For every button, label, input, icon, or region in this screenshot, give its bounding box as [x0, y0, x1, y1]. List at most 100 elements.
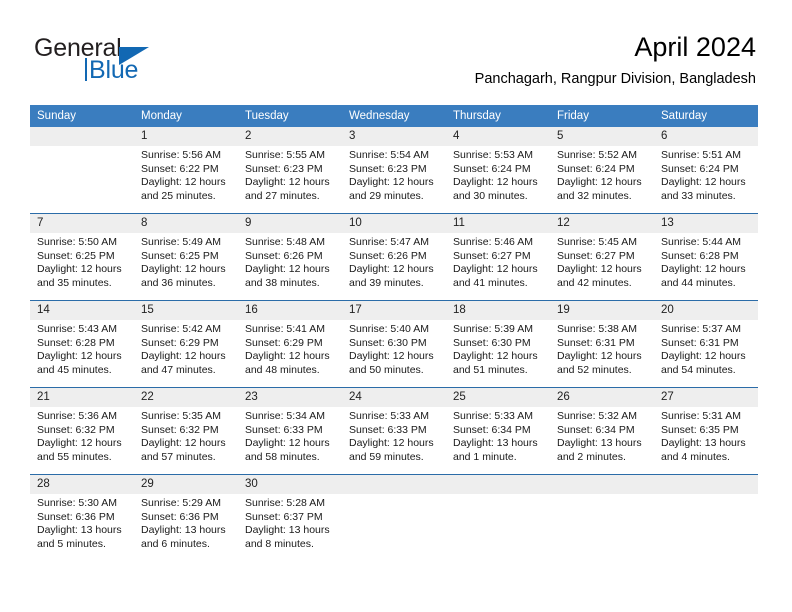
sunset-time: Sunset: 6:22 PM [141, 162, 219, 175]
day-number: 25 [446, 388, 550, 407]
daylight-duration-line1: Daylight: 12 hours [453, 176, 538, 189]
daylight-duration-line1: Daylight: 12 hours [349, 263, 434, 276]
calendar-day-cell[interactable]: 3 Sunrise: 5:54 AM Sunset: 6:23 PM Daylight… [342, 127, 446, 213]
day-details: Sunrise: 5:48 AM Sunset: 6:26 PM Daylight:… [238, 233, 342, 290]
day-number: 27 [654, 388, 758, 407]
day-number: 6 [654, 127, 758, 146]
calendar-day-cell[interactable]: 11 Sunrise: 5:46 AM Sunset: 6:27 PM Dayligh… [446, 214, 550, 300]
sunrise-time: Sunrise: 5:52 AM [557, 149, 637, 161]
logo-text-blue: Blue [89, 56, 139, 84]
day-number [654, 475, 758, 494]
day-number: 30 [238, 475, 342, 494]
calendar-week-row: 7 Sunrise: 5:50 AM Sunset: 6:25 PM Daylight… [30, 213, 758, 301]
sunrise-time: Sunrise: 5:48 AM [245, 236, 325, 248]
calendar-day-cell[interactable]: 27 Sunrise: 5:31 AM Sunset: 6:35 PM Dayligh… [654, 388, 758, 474]
daylight-duration-line2: and 5 minutes. [37, 537, 106, 550]
sunrise-time: Sunrise: 5:49 AM [141, 236, 221, 248]
day-number: 4 [446, 127, 550, 146]
sunset-time: Sunset: 6:31 PM [661, 336, 739, 349]
calendar-day-cell[interactable]: 9 Sunrise: 5:48 AM Sunset: 6:26 PM Daylight… [238, 214, 342, 300]
day-details: Sunrise: 5:33 AM Sunset: 6:33 PM Daylight:… [342, 407, 446, 464]
daylight-duration-line2: and 57 minutes. [141, 450, 216, 463]
page-subtitle: Panchagarh, Rangpur Division, Bangladesh [474, 71, 756, 88]
daylight-duration-line1: Daylight: 12 hours [141, 437, 226, 450]
sunset-time: Sunset: 6:28 PM [661, 249, 739, 262]
calendar-day-cell[interactable]: 20 Sunrise: 5:37 AM Sunset: 6:31 PM Dayligh… [654, 301, 758, 387]
day-details: Sunrise: 5:45 AM Sunset: 6:27 PM Daylight:… [550, 233, 654, 290]
day-number: 24 [342, 388, 446, 407]
daylight-duration-line1: Daylight: 13 hours [141, 524, 226, 537]
calendar-day-cell[interactable]: 25 Sunrise: 5:33 AM Sunset: 6:34 PM Dayligh… [446, 388, 550, 474]
general-blue-logo: General Blue [34, 36, 234, 86]
calendar-day-cell[interactable]: 30 Sunrise: 5:28 AM Sunset: 6:37 PM Dayligh… [238, 475, 342, 561]
calendar-day-cell[interactable]: 7 Sunrise: 5:50 AM Sunset: 6:25 PM Daylight… [30, 214, 134, 300]
daylight-duration-line2: and 25 minutes. [141, 189, 216, 202]
daylight-duration-line1: Daylight: 12 hours [245, 350, 330, 363]
calendar-day-cell[interactable]: 13 Sunrise: 5:44 AM Sunset: 6:28 PM Dayligh… [654, 214, 758, 300]
day-number: 21 [30, 388, 134, 407]
day-details: Sunrise: 5:51 AM Sunset: 6:24 PM Daylight:… [654, 146, 758, 203]
weekday-header-tuesday: Tuesday [238, 105, 342, 127]
daylight-duration-line2: and 54 minutes. [661, 363, 736, 376]
daylight-duration-line2: and 35 minutes. [37, 276, 112, 289]
calendar-day-cell[interactable]: 17 Sunrise: 5:40 AM Sunset: 6:30 PM Dayligh… [342, 301, 446, 387]
sunrise-time: Sunrise: 5:43 AM [37, 323, 117, 335]
calendar-day-cell[interactable]: 24 Sunrise: 5:33 AM Sunset: 6:33 PM Dayligh… [342, 388, 446, 474]
day-number: 23 [238, 388, 342, 407]
calendar-day-cell[interactable]: 6 Sunrise: 5:51 AM Sunset: 6:24 PM Daylight… [654, 127, 758, 213]
calendar-day-cell[interactable]: 29 Sunrise: 5:29 AM Sunset: 6:36 PM Dayligh… [134, 475, 238, 561]
day-number: 17 [342, 301, 446, 320]
day-number: 9 [238, 214, 342, 233]
sunset-time: Sunset: 6:28 PM [37, 336, 115, 349]
daylight-duration-line1: Daylight: 13 hours [661, 437, 746, 450]
daylight-duration-line1: Daylight: 12 hours [37, 350, 122, 363]
calendar-day-cell[interactable]: 12 Sunrise: 5:45 AM Sunset: 6:27 PM Dayligh… [550, 214, 654, 300]
daylight-duration-line2: and 36 minutes. [141, 276, 216, 289]
day-details: Sunrise: 5:39 AM Sunset: 6:30 PM Daylight:… [446, 320, 550, 377]
calendar-day-cell[interactable]: 8 Sunrise: 5:49 AM Sunset: 6:25 PM Daylight… [134, 214, 238, 300]
calendar-day-cell[interactable]: 1 Sunrise: 5:56 AM Sunset: 6:22 PM Daylight… [134, 127, 238, 213]
calendar-day-cell[interactable]: 2 Sunrise: 5:55 AM Sunset: 6:23 PM Daylight… [238, 127, 342, 213]
sunrise-time: Sunrise: 5:37 AM [661, 323, 741, 335]
sunrise-time: Sunrise: 5:33 AM [453, 410, 533, 422]
daylight-duration-line2: and 45 minutes. [37, 363, 112, 376]
day-details: Sunrise: 5:49 AM Sunset: 6:25 PM Daylight:… [134, 233, 238, 290]
daylight-duration-line2: and 50 minutes. [349, 363, 424, 376]
daylight-duration-line2: and 52 minutes. [557, 363, 632, 376]
page-header: General Blue April 2024 Panchagarh, Rang… [0, 0, 792, 100]
calendar-day-cell[interactable]: 10 Sunrise: 5:47 AM Sunset: 6:26 PM Dayligh… [342, 214, 446, 300]
title-block: April 2024 Panchagarh, Rangpur Division,… [475, 32, 756, 88]
calendar-day-cell[interactable]: 22 Sunrise: 5:35 AM Sunset: 6:32 PM Dayligh… [134, 388, 238, 474]
calendar-day-cell[interactable]: 16 Sunrise: 5:41 AM Sunset: 6:29 PM Dayligh… [238, 301, 342, 387]
sunrise-time: Sunrise: 5:28 AM [245, 497, 325, 509]
calendar-day-cell[interactable]: 18 Sunrise: 5:39 AM Sunset: 6:30 PM Dayligh… [446, 301, 550, 387]
sunset-time: Sunset: 6:24 PM [453, 162, 531, 175]
daylight-duration-line1: Daylight: 12 hours [453, 263, 538, 276]
calendar-week-row: 14 Sunrise: 5:43 AM Sunset: 6:28 PM Dayligh… [30, 300, 758, 388]
sunset-time: Sunset: 6:27 PM [453, 249, 531, 262]
daylight-duration-line2: and 55 minutes. [37, 450, 112, 463]
calendar-week-row: 1 Sunrise: 5:56 AM Sunset: 6:22 PM Daylight… [30, 127, 758, 214]
calendar-day-cell[interactable]: 4 Sunrise: 5:53 AM Sunset: 6:24 PM Daylight… [446, 127, 550, 213]
day-details: Sunrise: 5:55 AM Sunset: 6:23 PM Daylight:… [238, 146, 342, 203]
calendar-day-cell[interactable]: 19 Sunrise: 5:38 AM Sunset: 6:31 PM Dayligh… [550, 301, 654, 387]
daylight-duration-line1: Daylight: 12 hours [349, 350, 434, 363]
calendar-day-cell[interactable]: 26 Sunrise: 5:32 AM Sunset: 6:34 PM Dayligh… [550, 388, 654, 474]
day-details: Sunrise: 5:30 AM Sunset: 6:36 PM Daylight:… [30, 494, 134, 551]
day-details: Sunrise: 5:54 AM Sunset: 6:23 PM Daylight:… [342, 146, 446, 203]
calendar-day-cell[interactable]: 21 Sunrise: 5:36 AM Sunset: 6:32 PM Dayligh… [30, 388, 134, 474]
calendar-day-cell[interactable]: 28 Sunrise: 5:30 AM Sunset: 6:36 PM Dayligh… [30, 475, 134, 561]
daylight-duration-line1: Daylight: 12 hours [661, 263, 746, 276]
sunrise-time: Sunrise: 5:32 AM [557, 410, 637, 422]
calendar-day-cell[interactable]: 15 Sunrise: 5:42 AM Sunset: 6:29 PM Dayligh… [134, 301, 238, 387]
calendar-day-cell[interactable]: 14 Sunrise: 5:43 AM Sunset: 6:28 PM Dayligh… [30, 301, 134, 387]
day-number [30, 127, 134, 146]
day-number: 20 [654, 301, 758, 320]
daylight-duration-line1: Daylight: 13 hours [245, 524, 330, 537]
calendar-day-cell[interactable]: 5 Sunrise: 5:52 AM Sunset: 6:24 PM Daylight… [550, 127, 654, 213]
weekday-header-friday: Friday [550, 105, 654, 127]
calendar-day-cell[interactable]: 23 Sunrise: 5:34 AM Sunset: 6:33 PM Dayligh… [238, 388, 342, 474]
calendar-body: 1 Sunrise: 5:56 AM Sunset: 6:22 PM Daylight… [30, 127, 758, 561]
daylight-duration-line2: and 48 minutes. [245, 363, 320, 376]
day-details: Sunrise: 5:34 AM Sunset: 6:33 PM Daylight:… [238, 407, 342, 464]
